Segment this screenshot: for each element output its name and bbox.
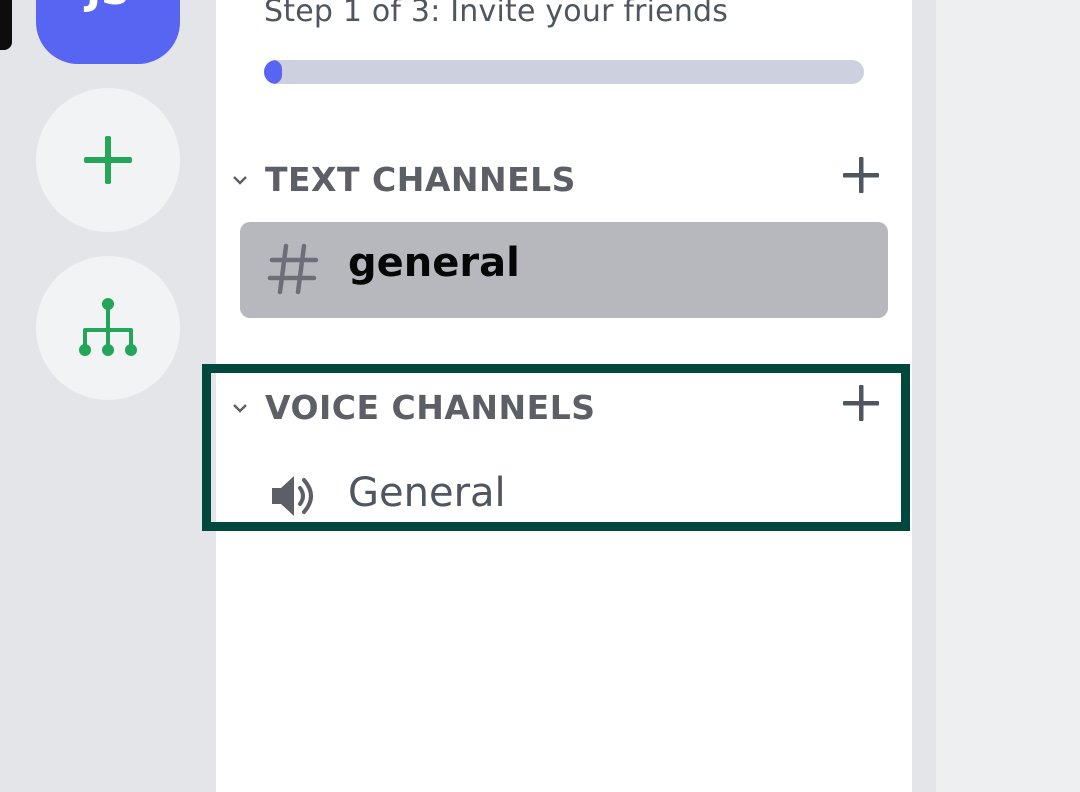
discover-servers-button[interactable] [36, 256, 180, 400]
panel-divider [912, 0, 936, 792]
server-icon-js[interactable]: JS [36, 0, 180, 64]
server-selected-indicator [0, 0, 12, 50]
app-root: JS Step [0, 0, 1080, 792]
hash-icon [267, 243, 319, 295]
plus-icon [84, 136, 132, 184]
add-server-button[interactable] [36, 88, 180, 232]
category-title-text-channels[interactable]: TEXT CHANNELS [265, 160, 576, 199]
onboarding-step-label: Step 1 of 3: Invite your friends [264, 0, 729, 29]
server-initials: JS [86, 0, 130, 14]
channel-item-general-text[interactable]: general [240, 222, 888, 318]
onboarding-progress-bar [264, 60, 864, 84]
onboarding-progress-fill [264, 60, 282, 84]
server-rail: JS [0, 0, 216, 792]
channel-name: general [348, 240, 520, 286]
voice-channels-highlight [202, 364, 910, 531]
main-content-area [936, 0, 1080, 792]
chevron-down-icon[interactable] [232, 172, 248, 188]
hierarchy-icon [79, 298, 137, 356]
add-text-channel-icon[interactable] [843, 157, 879, 193]
